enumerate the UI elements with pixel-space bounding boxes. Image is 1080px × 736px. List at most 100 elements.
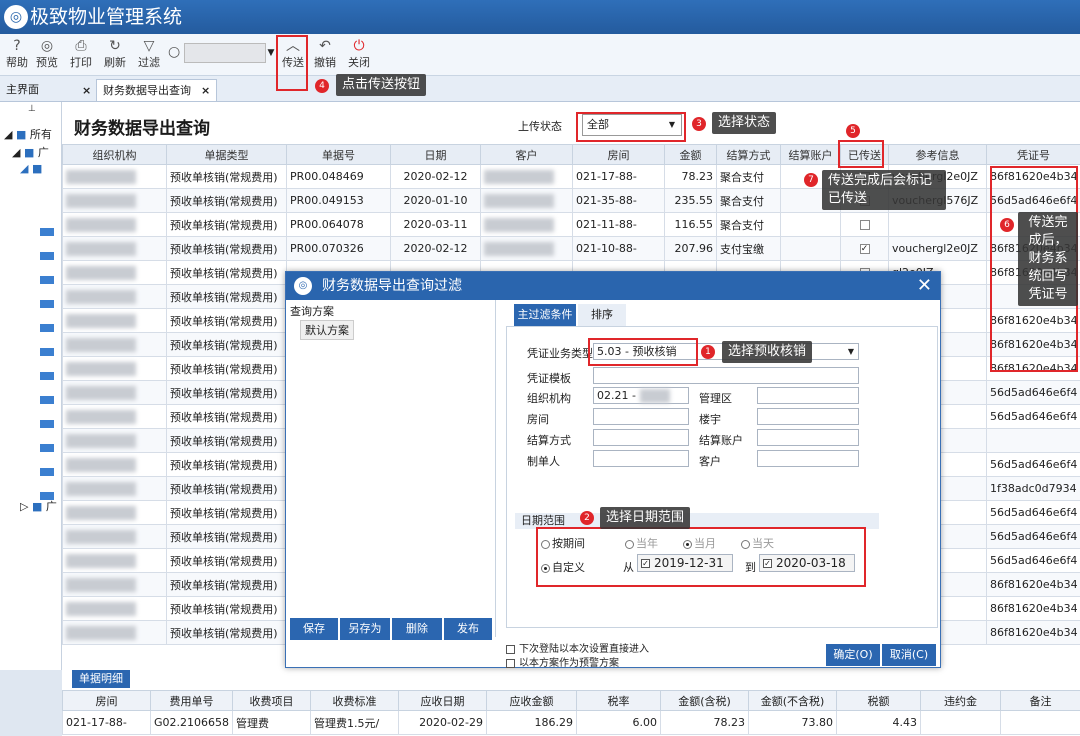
cell-org xyxy=(62,236,167,261)
room-label: 房间 xyxy=(527,413,549,426)
settle-method-input[interactable] xyxy=(593,429,689,446)
cell-voucher: 56d5ad646e6f4 xyxy=(986,452,1080,477)
delete-plan-button[interactable]: 删除 xyxy=(392,618,442,640)
column-header[interactable]: 金额 xyxy=(664,144,717,165)
tab-finance-export[interactable]: 财务数据导出查询 × xyxy=(96,79,218,101)
blurred-value xyxy=(66,241,136,256)
cell-org xyxy=(62,428,167,453)
column-header[interactable]: 客户 xyxy=(480,144,573,165)
preview-button[interactable]: ◎ 预览 xyxy=(30,36,64,74)
refresh-button[interactable]: ↻ 刷新 xyxy=(98,36,132,74)
column-header[interactable]: 单据类型 xyxy=(166,144,287,165)
column-header[interactable]: 组织机构 xyxy=(62,144,167,165)
undo-button[interactable]: ↶ 撤销 xyxy=(308,36,342,74)
column-header[interactable]: 备注 xyxy=(1000,690,1080,711)
blurred-value xyxy=(66,433,136,448)
close-tab-icon[interactable]: × xyxy=(82,84,91,97)
tree-node-root[interactable]: ◢ ■ 所有 xyxy=(4,126,52,142)
tree-node[interactable]: ▷ ■ 广 xyxy=(20,498,57,514)
org-tree: ⊥ ◢ ■ 所有 ◢ ■ 广 ◢ ■ ▷ ■ 广 xyxy=(0,102,62,670)
cell-room: 021-11-88- xyxy=(572,212,665,237)
org-input[interactable]: 02.21 - xyxy=(593,387,689,404)
close-tab-icon[interactable]: × xyxy=(201,84,210,97)
column-header[interactable]: 金额(含税) xyxy=(660,690,749,711)
template-input[interactable] xyxy=(593,367,859,384)
step-number: 7 xyxy=(804,173,818,187)
cell-date: 2020-01-10 xyxy=(390,188,481,213)
folder-icon[interactable]: ◢ ■ xyxy=(20,162,42,175)
column-header[interactable]: 房间 xyxy=(62,690,151,711)
print-button[interactable]: ⎙ 打印 xyxy=(64,36,98,74)
remember-setting-checkbox[interactable]: 下次登陆以本次设置直接进入 xyxy=(506,640,649,655)
search-input[interactable] xyxy=(184,43,266,63)
printer-icon: ⎙ xyxy=(75,38,87,54)
column-header[interactable]: 房间 xyxy=(572,144,665,165)
cell-room: 021-17-88- xyxy=(572,164,665,189)
tree-node[interactable]: ◢ ■ 广 xyxy=(12,144,49,160)
plan-header: 查询方案 xyxy=(290,305,334,318)
cell-amount: 235.55 xyxy=(664,188,717,213)
pin-icon[interactable]: ⊥ xyxy=(28,104,36,114)
cell-cust xyxy=(480,164,573,189)
ok-button[interactable]: 确定(O) xyxy=(826,644,880,666)
cell-org xyxy=(62,308,167,333)
save-as-button[interactable]: 另存为 xyxy=(340,618,390,640)
column-header[interactable]: 违约金 xyxy=(920,690,1001,711)
column-header[interactable]: 凭证号 xyxy=(986,144,1080,165)
tab-detail[interactable]: 单据明细 xyxy=(72,670,130,688)
save-plan-button[interactable]: 保存 xyxy=(290,618,338,640)
cell-org xyxy=(62,548,167,573)
cell-amount: 116.55 xyxy=(664,212,717,237)
column-header[interactable]: 应收日期 xyxy=(398,690,487,711)
column-header[interactable]: 费用单号 xyxy=(150,690,233,711)
cell-room: 021-10-88- xyxy=(572,236,665,261)
publish-plan-button[interactable]: 发布 xyxy=(444,618,492,640)
cancel-button[interactable]: 取消(C) xyxy=(882,644,936,666)
column-header[interactable]: 结算方式 xyxy=(716,144,781,165)
customer-input[interactable] xyxy=(757,450,859,467)
sent-checkbox[interactable] xyxy=(859,220,870,230)
close-button[interactable]: ⏻ 关闭 xyxy=(342,36,376,74)
cell-method: 聚合支付 xyxy=(716,164,781,189)
column-header[interactable]: 参考信息 xyxy=(888,144,987,165)
column-header[interactable]: 收费项目 xyxy=(232,690,311,711)
filter-button[interactable]: ▽ 过滤 xyxy=(132,36,166,74)
tree-folder-list[interactable] xyxy=(40,212,54,512)
column-header[interactable]: 收费标准 xyxy=(310,690,399,711)
maker-input[interactable] xyxy=(593,450,689,467)
tab-main-filter[interactable]: 主过滤条件 xyxy=(514,304,576,326)
tab-home[interactable]: 主界面 xyxy=(0,79,45,101)
sent-checkbox[interactable]: ✓ xyxy=(859,244,870,254)
cell-room: 021-35-88- xyxy=(572,188,665,213)
room-input[interactable] xyxy=(593,408,689,425)
org-label: 组织机构 xyxy=(527,392,571,405)
table-row[interactable]: 预收单核销(常规费用) PR00.070326 2020-02-12 021-10-8… xyxy=(62,236,1080,261)
callout-sent-mark: 传送完成后会标记 已传送 xyxy=(822,170,946,210)
tab-sort[interactable]: 排序 xyxy=(578,304,626,326)
column-header[interactable]: 单据号 xyxy=(286,144,391,165)
column-header[interactable]: 日期 xyxy=(390,144,481,165)
table-cell: 78.23 xyxy=(660,710,749,735)
table-row[interactable]: 预收单核销(常规费用) PR00.064078 2020-03-11 021-11-8… xyxy=(62,212,1080,237)
column-header[interactable]: 应收金额 xyxy=(486,690,577,711)
settle-account-input[interactable] xyxy=(757,429,859,446)
column-header[interactable]: 结算账户 xyxy=(780,144,841,165)
detail-header: 房间 费用单号 收费项目 收费标准 应收日期 应收金额 税率 金额(含税) 金额(不含税) 税额违… xyxy=(62,690,1080,711)
column-header[interactable]: 金额(不含税) xyxy=(748,690,837,711)
cell-org xyxy=(62,500,167,525)
table-row[interactable]: 021-17-88- G02.2106658 管理费 管理费1.5元/2020-02-… xyxy=(62,710,1080,735)
plan-item-default[interactable]: 默认方案 xyxy=(300,320,354,340)
column-header[interactable]: 税率 xyxy=(576,690,661,711)
column-header[interactable]: 税额 xyxy=(836,690,921,711)
help-button[interactable]: ? 帮助 xyxy=(0,36,34,74)
close-icon[interactable]: ✕ xyxy=(917,272,932,300)
warn-plan-checkbox[interactable]: 以本方案作为预警方案 xyxy=(506,654,619,669)
cell-cust xyxy=(480,212,573,237)
mgmt-area-input[interactable] xyxy=(757,387,859,404)
callout-select-prepay: 选择预收核销 xyxy=(722,341,813,363)
building-input[interactable] xyxy=(757,408,859,425)
cell-voucher: 56d5ad646e6f4 xyxy=(986,524,1080,549)
blurred-value xyxy=(66,169,136,184)
highlight-status-select xyxy=(576,112,686,142)
building-label: 楼宇 xyxy=(699,413,721,426)
